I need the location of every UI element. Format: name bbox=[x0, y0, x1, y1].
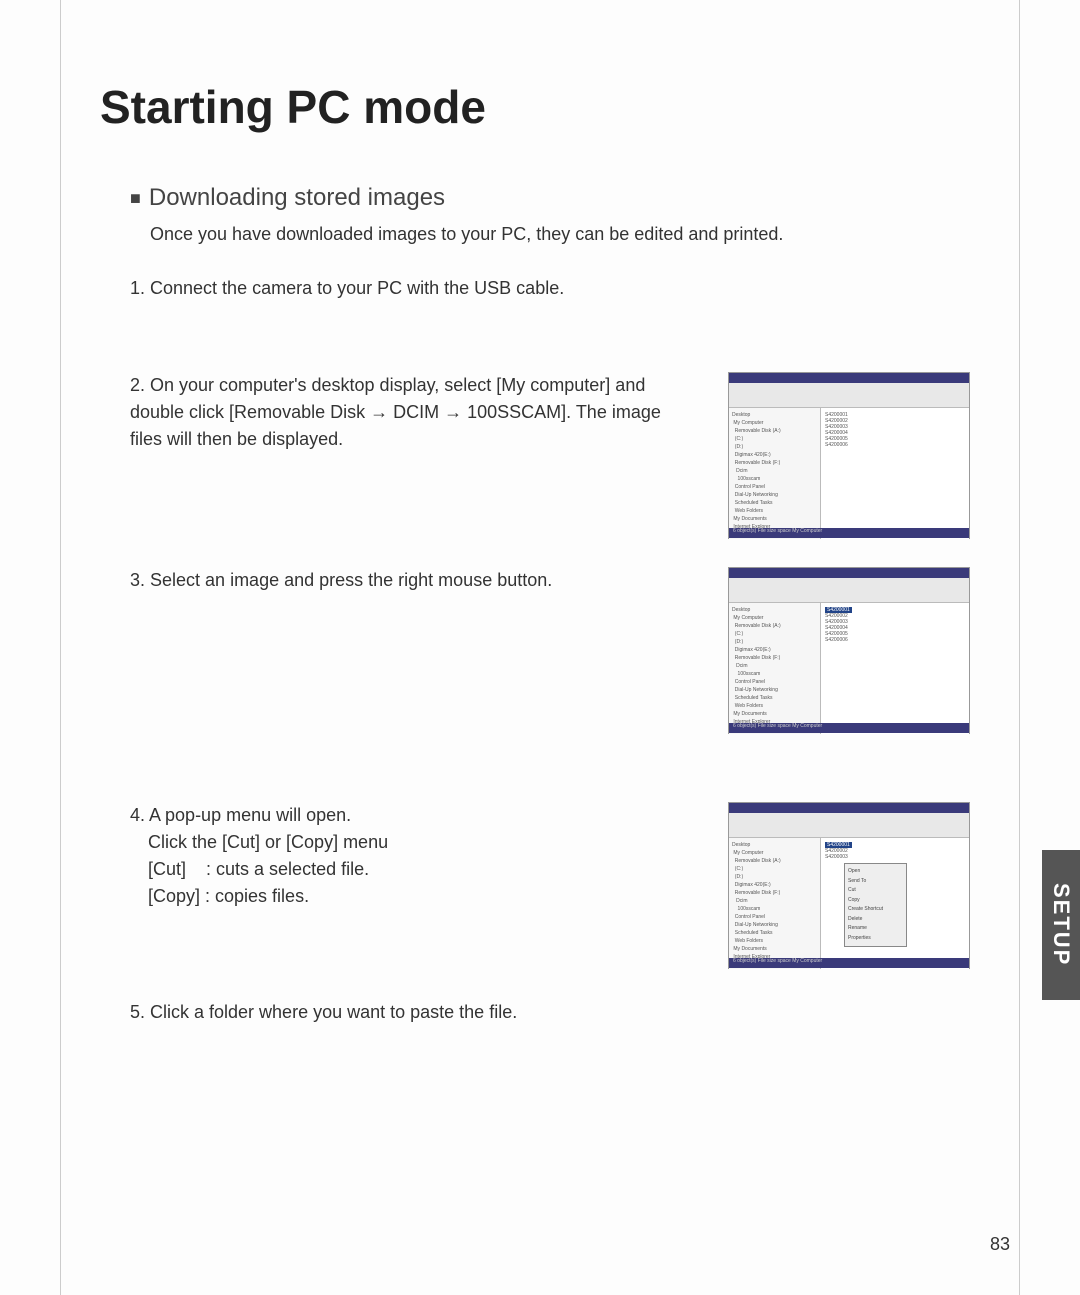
thumb-file-list: S4200001 S4200002 S4200003 S4200004 S420… bbox=[821, 408, 969, 539]
thumb-titlebar bbox=[729, 803, 969, 813]
right-margin-rule bbox=[1019, 0, 1020, 1295]
thumb-titlebar bbox=[729, 568, 969, 578]
manual-page: Starting PC mode ■ Downloading stored ima… bbox=[0, 0, 1080, 1295]
step-4: 4. A pop-up menu will open. Click the [C… bbox=[130, 802, 690, 910]
left-margin-rule bbox=[60, 0, 61, 1295]
thumb-file-list: S4200001 S4200002 S4200003 S4200004 S420… bbox=[821, 603, 969, 734]
thumb-folder-tree: Desktop My Computer Removable Disk (A:) … bbox=[729, 408, 821, 539]
step-5: 5. Click a folder where you want to past… bbox=[130, 999, 690, 1026]
thumb-statusbar: 6 object(s) File size space My Computer bbox=[729, 528, 969, 538]
side-tab-setup: SETUP bbox=[1042, 850, 1080, 1000]
screenshot-explorer-1: Desktop My Computer Removable Disk (A:) … bbox=[728, 372, 970, 539]
step-4-line-d: [Copy] : copies files. bbox=[148, 883, 690, 910]
thumb-folder-tree: Desktop My Computer Removable Disk (A:) … bbox=[729, 603, 821, 734]
step-1: 1. Connect the camera to your PC with th… bbox=[130, 275, 690, 302]
thumb-toolbar bbox=[729, 578, 969, 603]
thumb-titlebar bbox=[729, 373, 969, 383]
thumb-toolbar bbox=[729, 813, 969, 838]
step-4-line-b: Click the [Cut] or [Copy] menu bbox=[148, 829, 690, 856]
thumb-statusbar: 6 object(s) File size space My Computer bbox=[729, 958, 969, 968]
step-2: 2. On your computer's desktop display, s… bbox=[130, 372, 690, 453]
step-2-row: 2. On your computer's desktop display, s… bbox=[130, 372, 970, 539]
thumb-statusbar: 6 object(s) File size space My Computer bbox=[729, 723, 969, 733]
subheading: ■ Downloading stored images bbox=[130, 184, 970, 212]
page-title: Starting PC mode bbox=[100, 80, 1020, 134]
screenshot-explorer-3: Desktop My Computer Removable Disk (A:) … bbox=[728, 802, 970, 969]
step-3-row: 3. Select an image and press the right m… bbox=[130, 567, 970, 734]
step-4-line-c: [Cut] : cuts a selected file. bbox=[148, 856, 690, 883]
step-3: 3. Select an image and press the right m… bbox=[130, 567, 690, 594]
bullet-icon: ■ bbox=[130, 188, 141, 208]
screenshot-explorer-2: Desktop My Computer Removable Disk (A:) … bbox=[728, 567, 970, 734]
page-number: 83 bbox=[990, 1234, 1010, 1255]
thumb-toolbar bbox=[729, 383, 969, 408]
subheading-text: Downloading stored images bbox=[149, 184, 445, 211]
step-4-row: 4. A pop-up menu will open. Click the [C… bbox=[130, 802, 970, 969]
section-downloading: ■ Downloading stored images Once you have… bbox=[130, 184, 970, 1026]
intro-text: Once you have downloaded images to your … bbox=[150, 224, 970, 245]
thumb-folder-tree: Desktop My Computer Removable Disk (A:) … bbox=[729, 838, 821, 969]
thumb-context-menu: Open Send To Cut Copy Create Shortcut De… bbox=[844, 863, 907, 947]
step-4-line-a: 4. A pop-up menu will open. bbox=[130, 802, 690, 829]
